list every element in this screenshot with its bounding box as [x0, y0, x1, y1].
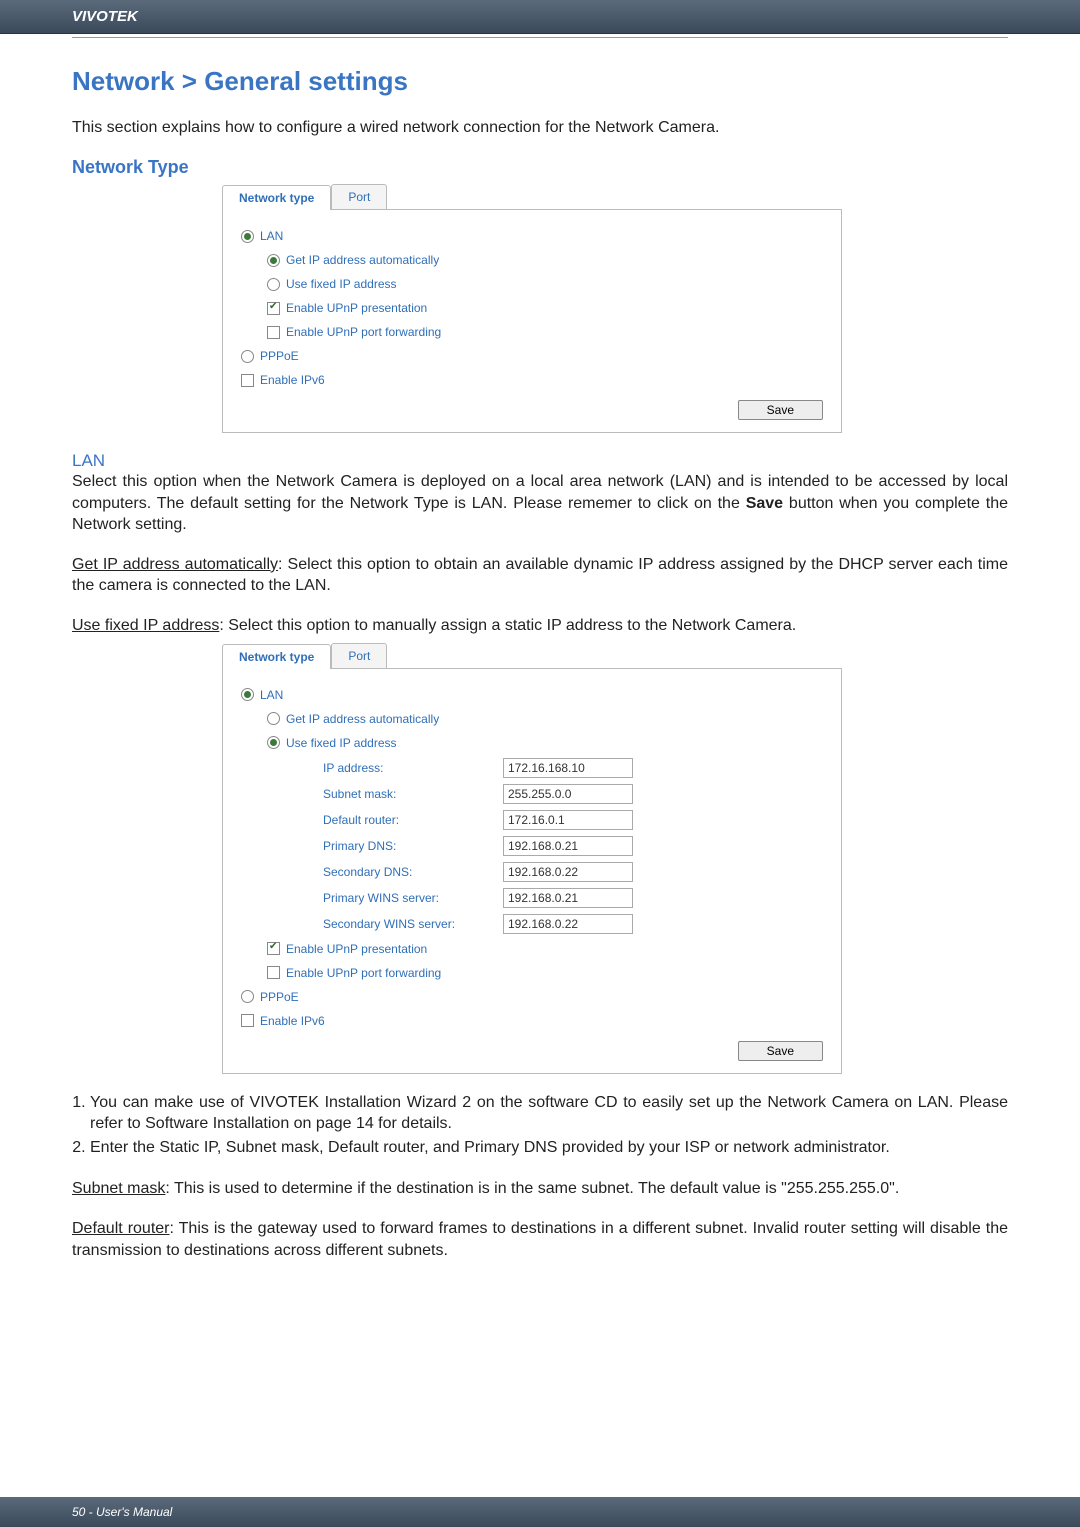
upnp-port2-label: Enable UPnP port forwarding [286, 966, 441, 980]
pppoe-label: PPPoE [260, 349, 299, 363]
row-router: Default router: [241, 807, 823, 833]
page-title: Network > General settings [72, 66, 1008, 97]
intro-text: This section explains how to configure a… [72, 119, 1008, 137]
router-lbl: Default router: [323, 813, 503, 827]
upnp-pres2-label: Enable UPnP presentation [286, 942, 427, 956]
mask-lbl: Subnet mask: [323, 787, 503, 801]
radio2-lan[interactable] [241, 688, 254, 701]
ipv62-label: Enable IPv6 [260, 1014, 325, 1028]
row-mask: Subnet mask: [241, 781, 823, 807]
step-2: Enter the Static IP, Subnet mask, Defaul… [90, 1137, 1008, 1159]
mask-input[interactable] [503, 784, 633, 804]
cb2-upnp-port[interactable] [267, 966, 280, 979]
radio-fixed-ip[interactable] [267, 278, 280, 291]
pwins-lbl: Primary WINS server: [323, 891, 503, 905]
cb-ipv6[interactable] [241, 374, 254, 387]
router-label: Default router [72, 1220, 170, 1237]
tab-port[interactable]: Port [331, 184, 387, 209]
tab2-network-type[interactable]: Network type [222, 644, 331, 669]
lan-heading: LAN [72, 451, 1008, 471]
footer-bar: 50 - User's Manual [0, 1497, 1080, 1527]
radio2-get-ip[interactable] [267, 712, 280, 725]
radio-lan[interactable] [241, 230, 254, 243]
upnp-port-label: Enable UPnP port forwarding [286, 325, 441, 339]
get-ip-underline: Get IP address automatically [72, 556, 278, 573]
cb-upnp-pres[interactable] [267, 302, 280, 315]
panel2-body: LAN Get IP address automatically Use fix… [222, 668, 842, 1074]
lan-label: LAN [260, 229, 283, 243]
ip-input[interactable] [503, 758, 633, 778]
row-pwins: Primary WINS server: [241, 885, 823, 911]
fixed-ip-underline: Use fixed IP address [72, 617, 219, 634]
panel1-tabs: Network type Port [222, 184, 1008, 209]
row-ip: IP address: [241, 755, 823, 781]
panel1-body: LAN Get IP address automatically Use fix… [222, 209, 842, 433]
swins-input[interactable] [503, 914, 633, 934]
fixed-ip-para: Use fixed IP address: Select this option… [72, 615, 1008, 637]
fixed-ip-desc: : Select this option to manually assign … [219, 617, 796, 634]
sdns-lbl: Secondary DNS: [323, 865, 503, 879]
subnet-label: Subnet mask [72, 1180, 165, 1197]
save-button[interactable]: Save [738, 400, 823, 420]
fixed-ip-label: Use fixed IP address [286, 277, 397, 291]
sdns-input[interactable] [503, 862, 633, 882]
radio2-fixed-ip[interactable] [267, 736, 280, 749]
router-desc: : This is the gateway used to forward fr… [72, 1220, 1008, 1259]
router-para: Default router: This is the gateway used… [72, 1218, 1008, 1261]
tab2-port[interactable]: Port [331, 643, 387, 668]
cb-upnp-port[interactable] [267, 326, 280, 339]
panel-1-wrap: Network type Port LAN Get IP address aut… [222, 184, 1008, 433]
get-ip-label: Get IP address automatically [286, 253, 439, 267]
row-swins: Secondary WINS server: [241, 911, 823, 937]
radio-get-ip[interactable] [267, 254, 280, 267]
lan2-label: LAN [260, 688, 283, 702]
subnet-desc: : This is used to determine if the desti… [165, 1180, 899, 1197]
panel2-tabs: Network type Port [222, 643, 1008, 668]
ip-lbl: IP address: [323, 761, 503, 775]
save-button-2[interactable]: Save [738, 1041, 823, 1061]
get-ip-para: Get IP address automatically: Select thi… [72, 554, 1008, 597]
pdns-input[interactable] [503, 836, 633, 856]
footer-text: 50 - User's Manual [72, 1505, 172, 1519]
row-pdns: Primary DNS: [241, 833, 823, 859]
lan-para: Select this option when the Network Came… [72, 471, 1008, 536]
pwins-input[interactable] [503, 888, 633, 908]
upnp-pres-label: Enable UPnP presentation [286, 301, 427, 315]
network-type-heading: Network Type [72, 157, 1008, 178]
tab-network-type[interactable]: Network type [222, 185, 331, 210]
swins-lbl: Secondary WINS server: [323, 917, 503, 931]
cb2-ipv6[interactable] [241, 1014, 254, 1027]
panel-2-wrap: Network type Port LAN Get IP address aut… [222, 643, 1008, 1074]
get-ip2-label: Get IP address automatically [286, 712, 439, 726]
header-bar: VIVOTEK [0, 0, 1080, 34]
row-sdns: Secondary DNS: [241, 859, 823, 885]
step-1: You can make use of VIVOTEK Installation… [90, 1092, 1008, 1135]
steps-block: You can make use of VIVOTEK Installation… [72, 1092, 1008, 1159]
router-input[interactable] [503, 810, 633, 830]
pppoe2-label: PPPoE [260, 990, 299, 1004]
save-bold: Save [746, 495, 783, 512]
cb2-upnp-pres[interactable] [267, 942, 280, 955]
radio-pppoe[interactable] [241, 350, 254, 363]
ipv6-label: Enable IPv6 [260, 373, 325, 387]
page-content: Network > General settings This section … [0, 38, 1080, 1261]
subnet-para: Subnet mask: This is used to determine i… [72, 1178, 1008, 1200]
pdns-lbl: Primary DNS: [323, 839, 503, 853]
brand-text: VIVOTEK [72, 8, 138, 25]
radio2-pppoe[interactable] [241, 990, 254, 1003]
fixed-ip2-label: Use fixed IP address [286, 736, 397, 750]
